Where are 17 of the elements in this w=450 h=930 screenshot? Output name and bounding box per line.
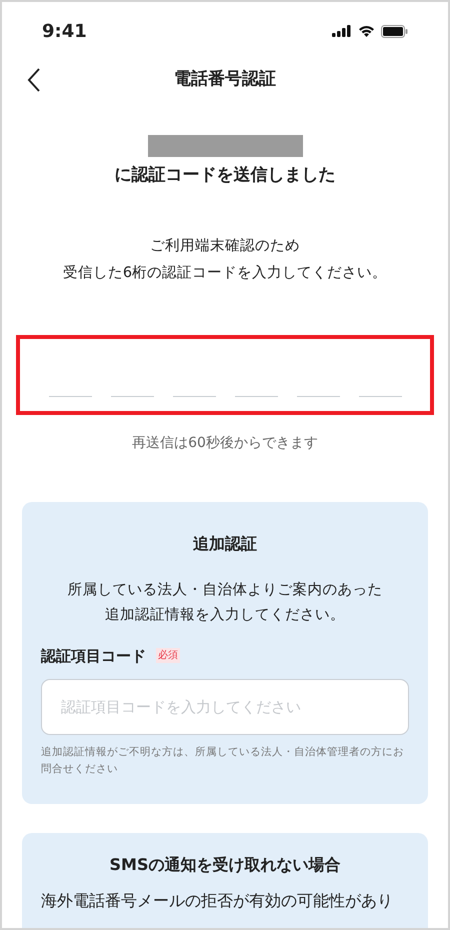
card-title: 追加認証 xyxy=(192,532,258,554)
signal-icon xyxy=(332,25,352,37)
resend-note: 再送信は60秒後からできます xyxy=(131,434,319,452)
instruction-text: ご利用端末確認のため 受信した6桁の認証コードを入力してください。 xyxy=(62,236,388,282)
wifi-icon xyxy=(358,25,375,37)
back-icon xyxy=(27,67,41,93)
battery-icon xyxy=(381,24,408,38)
sent-message: に認証コードを送信しました xyxy=(114,164,336,187)
field-label: 認証項目コード xyxy=(41,646,146,666)
help-text: 追加認証情報がご不明な方は、所属している法人・自治体管理者の方にお問合せください xyxy=(41,745,405,777)
card-description: 所属している法人・自治体よりご案内のあった 追加認証情報を入力してください。 xyxy=(66,580,384,624)
status-time: 9:41 xyxy=(42,20,87,44)
card-title: SMSの通知を受け取れない場合 xyxy=(108,854,342,876)
card-body-text: 海外電話番号メールの拒否が有効の可能性があり xyxy=(41,890,394,912)
code-input-field[interactable]: 認証項目コードを入力してください xyxy=(41,679,409,735)
screen-title: 電話番号認証 xyxy=(174,68,276,92)
required-badge: 必須 xyxy=(156,648,180,664)
